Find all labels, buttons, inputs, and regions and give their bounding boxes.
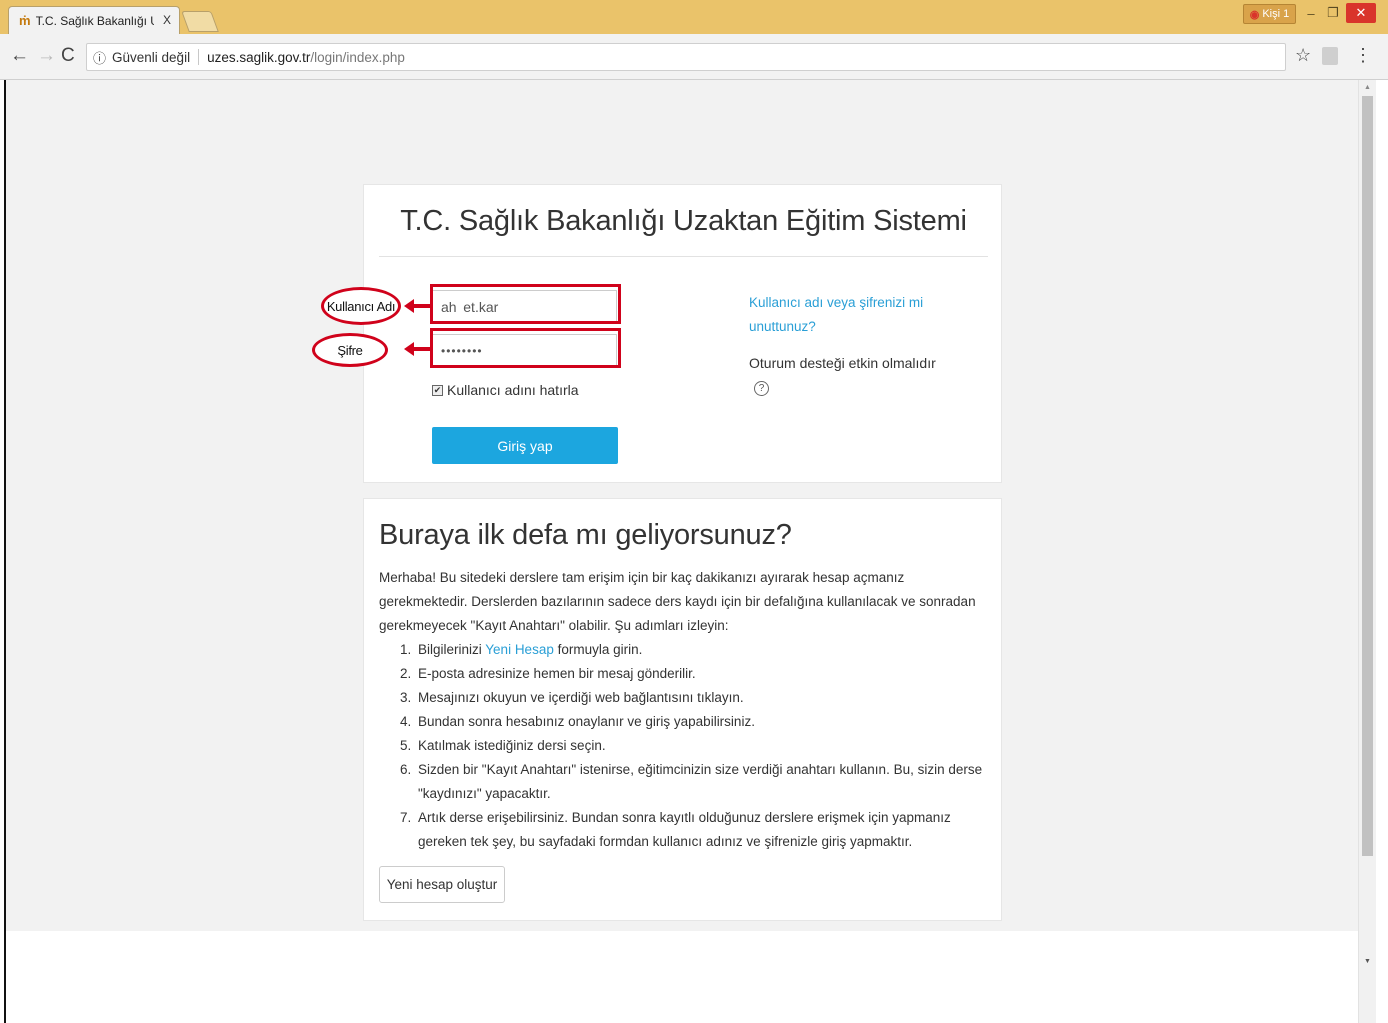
- username-arrow-icon: [404, 299, 430, 313]
- forward-icon[interactable]: →: [37, 45, 56, 67]
- list-item: 7. Artık derse erişebilirsiniz. Bundan so…: [400, 806, 1000, 854]
- list-item: 1. Bilgilerinizi Yeni Hesap formuyla gir…: [400, 638, 1000, 662]
- title-divider: [379, 256, 988, 257]
- help-icon[interactable]: ?: [754, 381, 769, 396]
- favicon-icon: ṁ: [19, 13, 31, 28]
- scrollbar-thumb[interactable]: [1362, 96, 1373, 856]
- reload-icon[interactable]: C: [61, 45, 75, 67]
- browser-toolbar: ← → C ⓘ Güvenli değil uzes.saglik.gov.tr…: [0, 34, 1388, 80]
- bookmark-star-icon[interactable]: ☆: [1295, 45, 1311, 66]
- tab-close-button[interactable]: X: [163, 13, 171, 27]
- list-item: 6. Sizden bir "Kayıt Anahtarı" istenirse,…: [400, 758, 1000, 806]
- session-note: Oturum desteği etkin olmalıdır: [749, 355, 936, 371]
- signup-heading: Buraya ilk defa mı geliyorsunuz?: [379, 519, 792, 551]
- list-item: 4. Bundan sonra hesabınız onaylanır ve gi…: [400, 710, 1000, 734]
- username-annotation: Kullanıcı Adı: [321, 287, 401, 325]
- login-button[interactable]: Giriş yap: [432, 427, 618, 464]
- scroll-down-icon[interactable]: ▼: [1364, 958, 1371, 965]
- page-title: T.C. Sağlık Bakanlığı Uzaktan Eğitim Sis…: [400, 205, 967, 237]
- step-number: 2.: [400, 666, 412, 681]
- new-tab-button[interactable]: [181, 11, 219, 32]
- password-annotation: Şifre: [312, 333, 388, 367]
- address-bar[interactable]: ⓘ Güvenli değil uzes.saglik.gov.tr/login…: [86, 43, 1286, 71]
- step-number: 4.: [400, 714, 412, 729]
- page-footer-area: [6, 931, 1358, 1023]
- browser-tab[interactable]: ṁ T.C. Sağlık Bakanlığı Uza X: [8, 6, 180, 34]
- signup-intro: Merhaba! Bu sitedeki derslere tam erişim…: [379, 570, 976, 633]
- list-item: 5. Katılmak istediğiniz dersi seçin.: [400, 734, 1000, 758]
- profile-button[interactable]: ◉ Kişi 1: [1243, 4, 1296, 24]
- menu-icon[interactable]: ⋮: [1354, 45, 1372, 66]
- step-text-post: formuyla girin.: [553, 642, 643, 657]
- browser-titlebar: ṁ T.C. Sağlık Bakanlığı Uza X ◉ Kişi 1 –…: [0, 0, 1388, 34]
- profile-label: Kişi 1: [1262, 8, 1290, 20]
- step-text: Sizden bir "Kayıt Anahtarı" istenirse, e…: [418, 762, 983, 801]
- new-account-link[interactable]: Yeni Hesap: [485, 642, 554, 657]
- step-text-pre: Bilgilerinizi: [418, 642, 486, 657]
- list-item: 2. E-posta adresinize hemen bir mesaj gön…: [400, 662, 1000, 686]
- step-text: E-posta adresinize hemen bir mesaj gönde…: [418, 666, 696, 681]
- step-text: Bilgilerinizi Yeni Hesap formuyla girin.: [418, 638, 642, 662]
- url-host: uzes.saglik.gov.tr: [207, 49, 311, 65]
- step-number: 7.: [400, 810, 412, 825]
- create-account-button[interactable]: Yeni hesap oluştur: [379, 866, 505, 903]
- maximize-button[interactable]: ❐: [1322, 3, 1344, 23]
- signup-steps: 1. Bilgilerinizi Yeni Hesap formuyla gir…: [400, 638, 1000, 854]
- extension-icon[interactable]: [1322, 47, 1338, 65]
- signup-info-card: Buraya ilk defa mı geliyorsunuz? Merhaba…: [363, 498, 1002, 921]
- step-text: Bundan sonra hesabınız onaylanır ve giri…: [418, 714, 755, 729]
- password-highlight-box: [430, 328, 621, 368]
- step-text: Katılmak istediğiniz dersi seçin.: [418, 738, 606, 753]
- security-status[interactable]: Güvenli değil: [112, 50, 190, 65]
- step-text: Mesajınızı okuyun ve içerdiği web bağlan…: [418, 690, 744, 705]
- address-separator: [198, 49, 200, 65]
- back-icon[interactable]: ←: [10, 45, 29, 67]
- step-number: 3.: [400, 690, 412, 705]
- info-icon[interactable]: ⓘ: [93, 48, 106, 67]
- close-window-button[interactable]: ✕: [1346, 3, 1376, 23]
- password-arrow-icon: [404, 342, 430, 356]
- minimize-button[interactable]: –: [1300, 3, 1322, 23]
- username-highlight-box: [430, 284, 621, 324]
- vertical-scrollbar[interactable]: ▲ ▼: [1358, 80, 1376, 1023]
- step-number: 6.: [400, 762, 412, 777]
- list-item: 3. Mesajınızı okuyun ve içerdiği web bağl…: [400, 686, 1000, 710]
- remember-checkbox[interactable]: ✔: [432, 384, 443, 396]
- remember-label: Kullanıcı adını hatırla: [447, 382, 579, 398]
- step-text: Artık derse erişebilirsiniz. Bundan sonr…: [418, 810, 951, 849]
- remember-username[interactable]: ✔ Kullanıcı adını hatırla: [432, 382, 579, 398]
- url-path: /login/index.php: [310, 49, 405, 65]
- profile-icon: ◉: [1249, 8, 1260, 21]
- scroll-up-icon[interactable]: ▲: [1364, 84, 1371, 91]
- step-number: 5.: [400, 738, 412, 753]
- forgot-password-link[interactable]: Kullanıcı adı veya şifrenizi mi unuttunu…: [749, 291, 949, 339]
- step-number: 1.: [400, 642, 412, 657]
- tab-title: T.C. Sağlık Bakanlığı Uza: [35, 13, 154, 28]
